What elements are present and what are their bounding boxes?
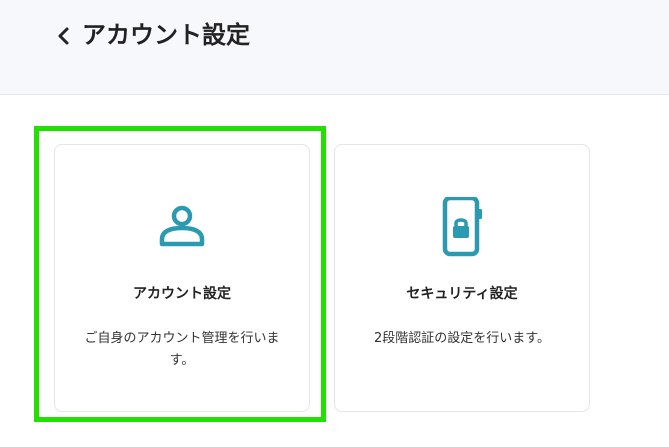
page-header: アカウント設定 <box>0 0 669 95</box>
account-settings-card[interactable]: アカウント設定 ご自身のアカウント管理を行います。 <box>54 144 310 412</box>
smartphone-lock-icon <box>442 197 482 257</box>
back-button[interactable] <box>52 24 76 48</box>
person-icon <box>159 205 205 247</box>
card-description: 2段階認証の設定を行います。 <box>374 331 550 346</box>
security-settings-card[interactable]: セキュリティ設定 2段階認証の設定を行います。 <box>334 144 590 412</box>
card-title: セキュリティ設定 <box>406 286 518 302</box>
card-title: アカウント設定 <box>133 286 231 302</box>
chevron-left-icon <box>58 27 69 45</box>
page-title: アカウント設定 <box>82 21 250 49</box>
card-description: ご自身のアカウント管理を行います。 <box>84 331 280 368</box>
